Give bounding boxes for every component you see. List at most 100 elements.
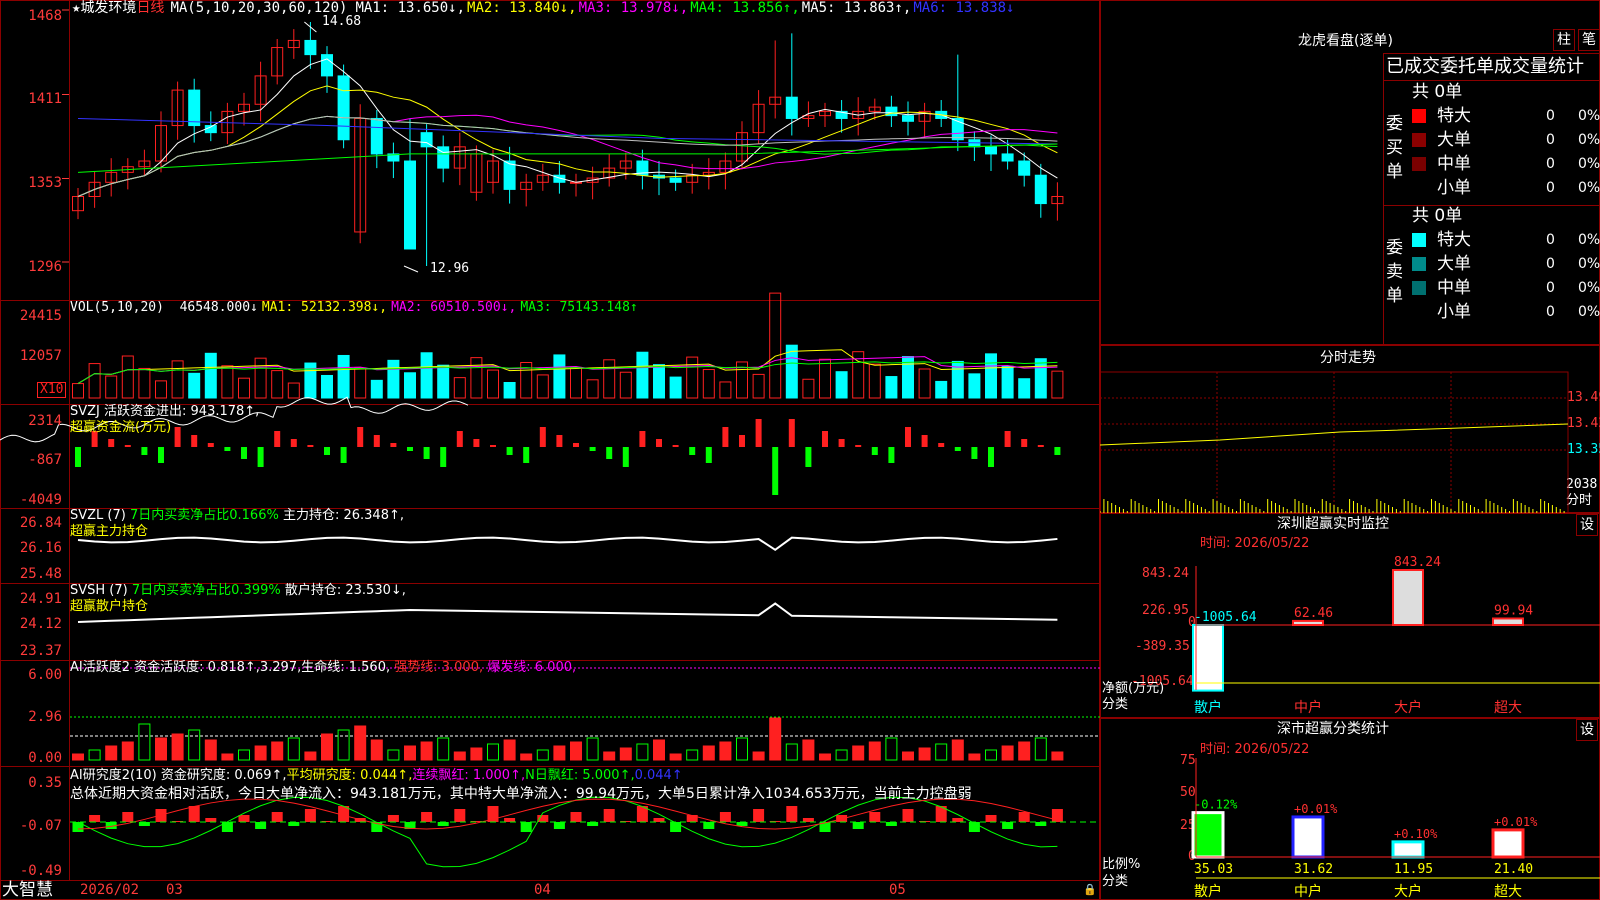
monitor-bar [1192,624,1224,692]
svzj-axis-tick: 2314 [28,413,62,429]
money-flow-bar [506,447,513,455]
money-flow-bar [473,439,480,447]
research-bar [454,809,466,822]
lock-icon[interactable]: 🔒 [1083,882,1097,898]
money-flow-bar [75,447,81,467]
money-flow-bar [191,435,198,447]
activity-bar [902,751,914,761]
ma-legend-item: MA1: 52132.398↓, [261,300,388,315]
research-bar [520,822,532,832]
x-axis-label: 03 [166,882,183,898]
activity-bar [653,739,665,761]
research-bar [852,822,864,829]
ai-research-axis-tick: -0.07 [19,818,62,834]
research-bar [421,812,433,822]
ai-research-consecutive: 连续飘红: 1.000↑, [412,768,526,783]
ma-definition: MA(5,10,20,30,60,120) [170,0,348,16]
ma-line [77,115,1058,197]
candle-body [1001,153,1014,162]
money-flow-bar [1037,445,1044,447]
money-flow-bar [905,427,911,447]
ma-legend-item: MA3: 75143.148↑ [520,300,638,315]
volume-bar [570,366,582,399]
activity-bar [769,717,782,761]
research-bar [437,822,449,826]
activity-bar [570,741,582,761]
monitor-category-label: 大户 [1394,699,1422,716]
classify-bar [1391,840,1425,859]
candle-body [902,115,914,122]
ai-research-axis-tick: -0.49 [19,863,62,879]
classify-value-label: 21.40 [1494,862,1533,877]
activity-bar [204,739,217,761]
research-bar [802,818,814,822]
money-flow-bar [373,435,380,447]
activity-bar [1034,737,1047,761]
ma-legend-item: MA2: 60510.500↓, [391,300,517,315]
activity-bar [470,747,483,761]
volume-bar [669,376,682,399]
volume-bar [221,365,234,399]
research-bar [255,822,267,829]
research-bar [1018,812,1030,822]
monitor-bar-label: 99.94 [1494,603,1533,618]
activity-bar [453,751,466,761]
money-flow-bar [340,447,347,463]
activity-bar [121,741,134,761]
x-axis-label: 05 [889,882,906,898]
period-label[interactable]: 日线 [136,0,164,16]
volume-bar [354,367,367,399]
money-flow-bar [407,447,413,451]
ma-legend-item: MA5: 13.863↑, [801,0,912,16]
money-flow-bar [1004,431,1011,447]
svzj-subtitle: 超赢资金流(万元) [70,420,172,435]
volume-bar [1051,370,1064,399]
money-flow-bar [938,443,945,447]
money-flow-bar [108,439,115,447]
activity-bar [238,749,250,761]
kline-chart-svg[interactable] [0,0,1100,900]
brand-logo: 大智慧 [2,880,53,900]
monitor-bar [1392,569,1424,626]
research-bar [736,822,748,826]
classify-category-label: 散户 [1194,883,1222,900]
activity-bar [702,745,715,761]
activity-bar [935,743,948,761]
money-flow-bar [390,443,397,447]
volume-bar [653,364,665,399]
svzl-title: SVZL (7) [70,508,126,523]
research-bar [869,812,881,822]
volume-bar [171,360,184,399]
activity-bar [669,753,682,761]
activity-bar [420,741,433,761]
activity-bar [321,733,333,761]
money-flow-bar [822,431,828,447]
activity-bar [819,753,831,761]
volume-bar [503,382,516,399]
activity-bar [802,739,815,761]
volume-bar [138,367,151,399]
candle-body [503,160,516,190]
money-flow-bar [589,447,596,451]
research-bar [952,818,964,822]
volume-bar [188,372,201,399]
activity-bar [221,753,234,761]
svzl-header: SVZL (7) 7日内买卖净占比0.166% 主力持仓: 26.348↑, [70,508,404,524]
volume-bar [238,377,250,399]
volume-bar [935,380,948,399]
ma-line [77,114,1058,197]
research-bar [387,815,399,822]
activity-bar [736,737,748,761]
svzj-axis-tick: -867 [28,452,62,468]
svsh-holding: 散户持仓: 23.530↓, [284,583,406,598]
money-flow-bar [705,447,712,463]
volume-bar [105,375,118,399]
activity-bar [437,737,450,761]
money-flow-bar [490,445,496,447]
money-flow-bar [290,439,297,447]
vol-unit-badge[interactable]: X10 [37,382,67,398]
classify-value-label: 11.95 [1394,862,1433,877]
volume-bar [636,351,649,399]
activity-bar [686,749,699,761]
money-flow-bar [174,427,181,447]
